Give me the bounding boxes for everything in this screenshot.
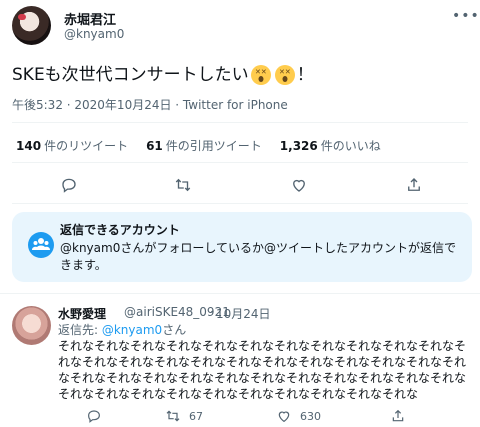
- reply-author-name[interactable]: 水野愛理: [58, 305, 106, 322]
- reply-icon[interactable]: [86, 408, 102, 427]
- reply-date[interactable]: 10月24日: [216, 305, 271, 322]
- reply-author-handle[interactable]: @airiSKE48_0921: [124, 305, 230, 319]
- tweet-stats: 140 件のリツイート 61 件の引用ツイート 1,326 件のいいね: [16, 137, 381, 154]
- author-name[interactable]: 赤堀君江: [64, 9, 116, 28]
- more-icon[interactable]: •••: [452, 8, 480, 24]
- author-avatar[interactable]: [12, 6, 51, 45]
- reply-author-avatar[interactable]: [12, 306, 51, 345]
- quotes-stat[interactable]: 61 件の引用ツイート: [146, 137, 262, 154]
- like-icon[interactable]: [290, 176, 308, 198]
- replying-to-handle[interactable]: @knyam0: [102, 323, 162, 337]
- people-icon: [28, 232, 54, 258]
- reply-like-button[interactable]: 630: [276, 408, 321, 424]
- astonished-face-icon: ✕✕: [250, 65, 271, 85]
- reply-retweet-count: 67: [189, 409, 203, 423]
- reply-text: それなそれなそれなそれなそれなそれなそれなそれなそれなそれなそれなそれなそれなそ…: [58, 339, 467, 401]
- reply-icon[interactable]: [60, 176, 78, 198]
- svg-text:✕✕: ✕✕: [279, 68, 291, 76]
- tweet-text-suffix: ！: [296, 65, 314, 85]
- separator-dot: ·: [210, 305, 214, 319]
- astonished-face-icon: ✕✕: [274, 65, 295, 85]
- notice-title: 返信できるアカウント: [60, 223, 180, 237]
- share-icon[interactable]: [405, 176, 423, 198]
- divider: [12, 162, 468, 163]
- divider: [0, 293, 480, 294]
- reply-permission-notice: 返信できるアカウント @knyam0さんがフォローしているか@ツイートしたアカウ…: [12, 212, 472, 282]
- divider: [12, 203, 468, 204]
- retweet-icon: [166, 410, 180, 422]
- share-icon[interactable]: [390, 408, 406, 427]
- like-icon: [278, 411, 290, 423]
- author-handle[interactable]: @knyam0: [64, 27, 124, 41]
- likes-stat[interactable]: 1,326 件のいいね: [280, 137, 381, 154]
- replying-to: 返信先: @knyam0さん: [58, 323, 187, 337]
- reply-like-count: 630: [300, 409, 321, 423]
- tweet-meta[interactable]: 午後5:32 · 2020年10月24日 · Twitter for iPhon…: [12, 96, 288, 113]
- divider: [12, 122, 468, 123]
- retweets-stat[interactable]: 140 件のリツイート: [16, 137, 128, 154]
- tweet-text-body: SKEも次世代コンサートしたい: [12, 65, 249, 85]
- tweet-text: SKEも次世代コンサートしたい ✕✕ ✕✕ ！: [12, 62, 314, 88]
- reply-retweet-button[interactable]: 67: [165, 408, 203, 424]
- notice-body: @knyam0さんがフォローしているか@ツイートしたアカウントが返信できます。: [60, 241, 456, 272]
- retweet-icon[interactable]: [174, 176, 192, 198]
- svg-text:✕✕: ✕✕: [255, 68, 267, 76]
